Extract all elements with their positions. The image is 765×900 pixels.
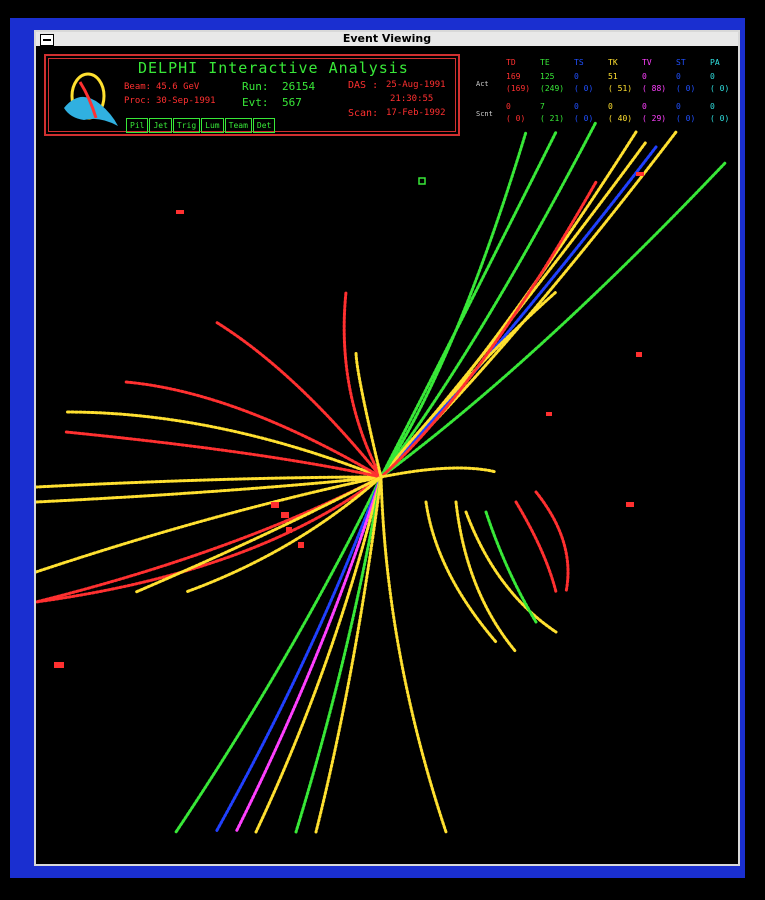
track (379, 466, 498, 479)
stats-scnt-total: ( 0) (574, 114, 594, 123)
beam-label: Beam: (124, 82, 152, 92)
evt-value: 567 (282, 96, 302, 109)
proc-label: Proc: (124, 96, 152, 106)
detector-stats: Act Scnt TD 169 (169) 0 ( 0) TE 125 (249) 7 ( 21)… (476, 54, 736, 144)
track (354, 350, 383, 479)
evt-label: Evt: (242, 96, 269, 109)
stats-col-header: PA (710, 58, 720, 67)
stats-col-header: TE (540, 58, 550, 67)
stats-act-total: ( 88) (642, 84, 667, 93)
stats-act-total: (249) (540, 84, 565, 93)
scan-value: 17-Feb-1992 (386, 108, 446, 118)
stats-col-header: ST (676, 58, 686, 67)
track (379, 140, 648, 479)
stats-col-header: TK (608, 58, 618, 67)
stats-act-total: ( 51) (608, 84, 633, 93)
tab-lum[interactable]: Lum (201, 118, 224, 133)
scnt-label: Scnt (476, 110, 493, 118)
track (379, 160, 728, 479)
beam-value: 45.6 GeV (156, 82, 200, 92)
stats-scnt-value: 0 (676, 102, 681, 111)
event-viewing-window: Event Viewing DELPHI Interactive Analysi… (34, 30, 740, 866)
track (379, 130, 528, 479)
stats-col-header: TD (506, 58, 516, 67)
track (514, 500, 558, 594)
stats-act-total: ( 0) (574, 84, 594, 93)
tab-det[interactable]: Det (252, 118, 276, 133)
track (174, 475, 383, 834)
info-panel: DELPHI Interactive Analysis Beam: 45.6 G… (44, 54, 460, 136)
stats-act-value: 0 (710, 72, 715, 81)
stats-scnt-total: ( 0) (710, 114, 730, 123)
stats-scnt-value: 0 (642, 102, 647, 111)
stats-scnt-total: ( 0) (676, 114, 696, 123)
scan-label: Scan: (348, 108, 379, 119)
stats-scnt-value: 0 (574, 102, 579, 111)
stats-act-value: 169 (506, 72, 521, 81)
track (214, 475, 383, 834)
stats-scnt-value: 0 (608, 102, 613, 111)
tab-team[interactable]: Team (224, 118, 252, 133)
stats-act-value: 0 (642, 72, 647, 81)
track (379, 475, 448, 834)
event-track-display[interactable] (36, 32, 738, 864)
das-date: 25-Aug-1991 (386, 80, 446, 90)
delphi-logo-icon (64, 72, 118, 126)
tab-pil[interactable]: Pil (126, 118, 149, 133)
stats-scnt-total: ( 21) (540, 114, 565, 123)
run-label: Run: (242, 80, 269, 93)
stats-scnt-value: 0 (506, 102, 511, 111)
stats-scnt-total: ( 40) (608, 114, 633, 123)
track (424, 500, 498, 644)
stats-act-value: 51 (608, 72, 618, 81)
app-title: DELPHI Interactive Analysis (138, 59, 409, 77)
das-time: 21:30:55 (390, 94, 434, 104)
info-tabs: Pil Jet Trig Lum Team Det (126, 118, 276, 133)
stats-col-header: TV (642, 58, 652, 67)
stats-act-total: ( 0) (710, 84, 730, 93)
proc-value: 30-Sep-1991 (156, 96, 216, 106)
stats-act-total: ( 0) (676, 84, 696, 93)
act-label: Act (476, 80, 489, 88)
stats-scnt-total: ( 29) (642, 114, 667, 123)
stats-act-value: 125 (540, 72, 555, 81)
stats-scnt-value: 7 (540, 102, 545, 111)
track (64, 430, 383, 479)
stats-act-total: (169) (506, 84, 531, 93)
stats-act-value: 0 (676, 72, 681, 81)
tab-jet[interactable]: Jet (149, 118, 172, 133)
run-value: 26154 (282, 80, 316, 93)
stats-scnt-total: ( 0) (506, 114, 526, 123)
stats-col-header: TS (574, 58, 584, 67)
stats-act-value: 0 (574, 72, 579, 81)
das-label: DAS : (348, 80, 379, 91)
stats-scnt-value: 0 (710, 102, 715, 111)
tab-trig[interactable]: Trig (172, 118, 201, 133)
